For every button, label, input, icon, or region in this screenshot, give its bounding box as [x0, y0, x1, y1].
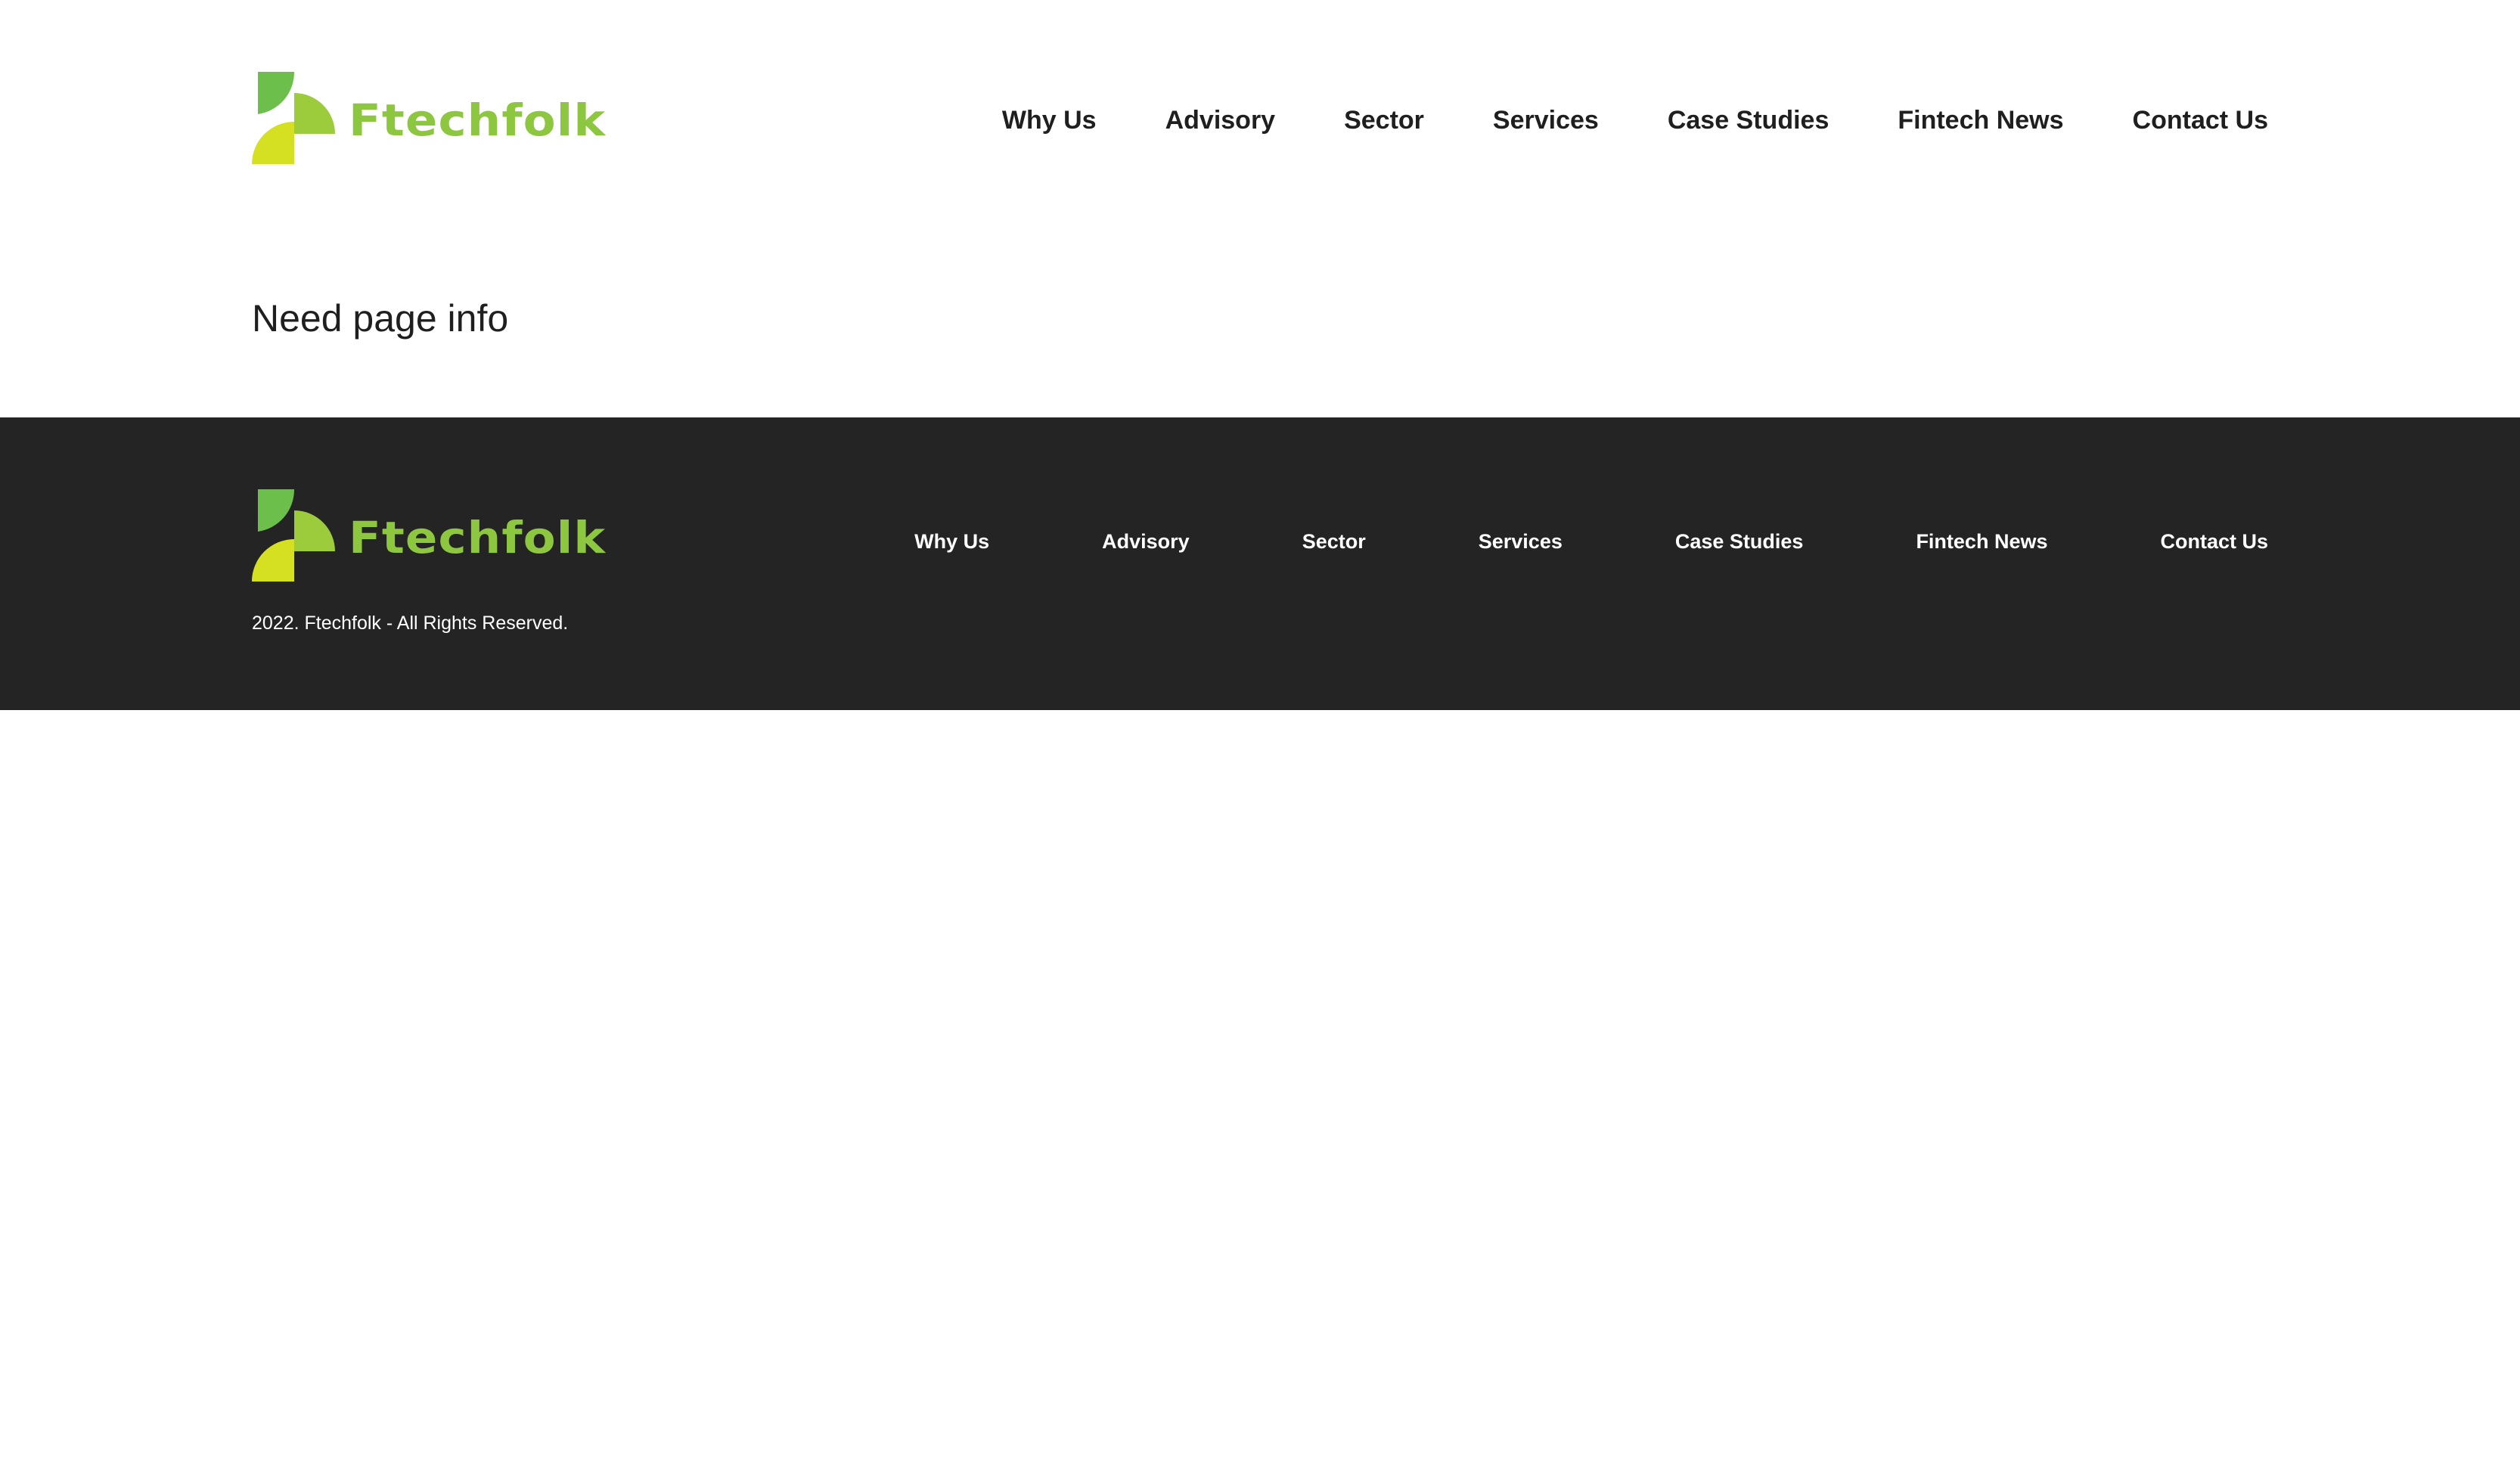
nav-why-us[interactable]: Why Us: [1002, 106, 1097, 135]
brand-name: Ftechfolk: [349, 95, 607, 146]
footer-nav: Why Us Advisory Sector Services Case Stu…: [914, 530, 2268, 554]
site-header: Ftechfolk Why Us Advisory Sector Service…: [0, 0, 2520, 181]
footer-logo-link[interactable]: Ftechfolk: [252, 489, 605, 582]
footer-nav-services[interactable]: Services: [1479, 530, 1563, 554]
header-logo-link[interactable]: Ftechfolk: [252, 72, 605, 164]
nav-case-studies[interactable]: Case Studies: [1668, 106, 1829, 135]
site-footer: Ftechfolk 2022. Ftechfolk - All Rights R…: [0, 417, 2520, 710]
nav-contact-us[interactable]: Contact Us: [2133, 106, 2268, 135]
nav-fintech-news[interactable]: Fintech News: [1898, 106, 2063, 135]
ftechfolk-logo-icon: [252, 489, 335, 582]
footer-nav-case-studies[interactable]: Case Studies: [1675, 530, 1804, 554]
footer-nav-why-us[interactable]: Why Us: [914, 530, 989, 554]
ftechfolk-logo-icon: [252, 72, 335, 164]
copyright-text: 2022. Ftechfolk - All Rights Reserved.: [252, 613, 569, 634]
nav-sector[interactable]: Sector: [1344, 106, 1424, 135]
footer-nav-sector[interactable]: Sector: [1302, 530, 1366, 554]
footer-brand-name: Ftechfolk: [349, 512, 607, 563]
footer-nav-fintech-news[interactable]: Fintech News: [1916, 530, 2047, 554]
nav-services[interactable]: Services: [1493, 106, 1599, 135]
footer-nav-contact-us[interactable]: Contact Us: [2160, 530, 2268, 554]
main-nav: Why Us Advisory Sector Services Case Stu…: [1002, 106, 2268, 135]
page: Ftechfolk Why Us Advisory Sector Service…: [0, 0, 2520, 1461]
nav-advisory[interactable]: Advisory: [1165, 106, 1276, 135]
page-heading: Need page info: [252, 297, 509, 340]
footer-nav-advisory[interactable]: Advisory: [1102, 530, 1190, 554]
